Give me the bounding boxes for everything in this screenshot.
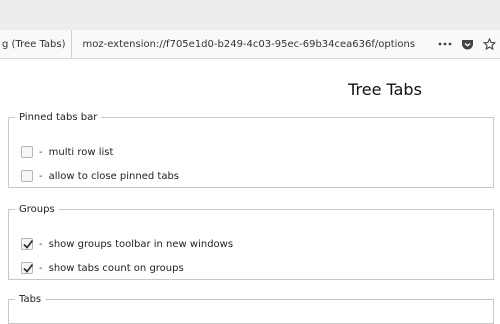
checkmark-icon: [23, 239, 34, 249]
option-show-groups-toolbar[interactable]: - show groups toolbar in new windows: [21, 237, 233, 251]
option-label: allow to close pinned tabs: [48, 170, 180, 182]
option-label: show groups toolbar in new windows: [48, 238, 234, 250]
url-bar: g (Tree Tabs) moz-extension://f705e1d0-b…: [0, 30, 500, 59]
url-field[interactable]: moz-extension://f705e1d0-b249-4c03-95ec-…: [72, 39, 430, 50]
more-dots-icon[interactable]: [438, 37, 452, 51]
bookmark-star-icon[interactable]: [482, 37, 496, 51]
section-tabs: Tabs: [8, 294, 494, 324]
section-groups: Groups - show groups toolbar in new wind…: [8, 204, 494, 280]
option-show-tabs-count[interactable]: - show tabs count on groups: [21, 261, 184, 275]
section-legend: Pinned tabs bar: [19, 112, 98, 123]
option-allow-close-pinned[interactable]: - allow to close pinned tabs: [21, 169, 179, 183]
dash-separator: -: [39, 262, 43, 274]
checkbox[interactable]: [21, 146, 33, 158]
checkmark-icon: [23, 263, 34, 273]
tab-title[interactable]: g (Tree Tabs): [0, 30, 73, 58]
checkbox[interactable]: [21, 262, 34, 274]
section-pinned-tabs-bar: Pinned tabs bar - multi row list - allow…: [8, 112, 494, 188]
url-actions: [430, 37, 500, 51]
option-label: show tabs count on groups: [48, 262, 184, 274]
pocket-icon[interactable]: [460, 37, 474, 51]
section-legend: Groups: [19, 204, 55, 215]
section-legend: Tabs: [19, 294, 42, 305]
page-title: Tree Tabs: [348, 80, 422, 99]
dash-separator: -: [39, 238, 43, 250]
option-label: multi row list: [48, 146, 114, 158]
browser-top-strip: [0, 0, 500, 31]
checkbox[interactable]: [21, 170, 33, 182]
dash-separator: -: [39, 170, 43, 182]
checkbox[interactable]: [21, 238, 34, 250]
option-multi-row-list[interactable]: - multi row list: [21, 145, 113, 159]
dash-separator: -: [39, 146, 43, 158]
